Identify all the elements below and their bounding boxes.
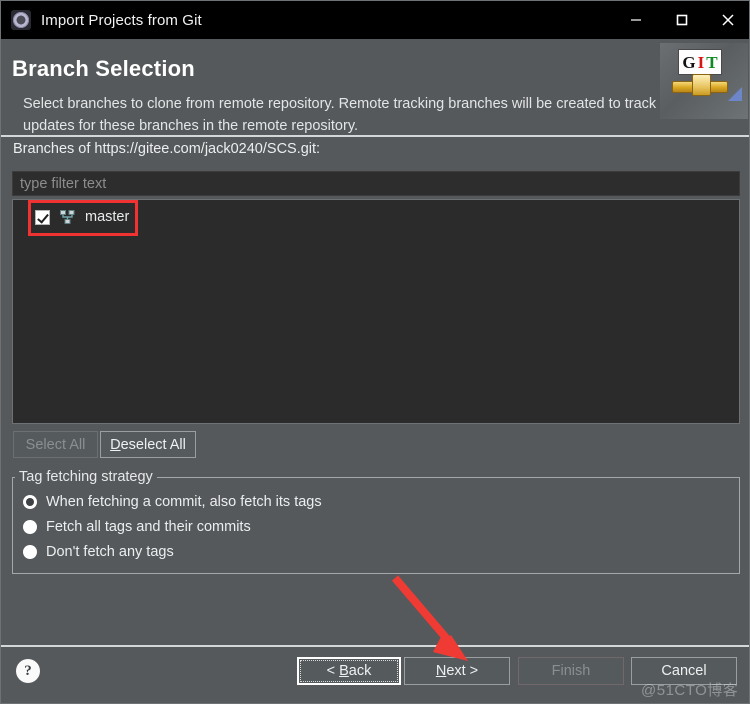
- git-logo-letter-g: G: [682, 52, 696, 72]
- radio-fetch-all-tags[interactable]: Fetch all tags and their commits: [23, 519, 251, 535]
- git-logo-icon: GIT: [660, 43, 748, 119]
- back-label: ack: [348, 663, 372, 679]
- radio-when-fetching-commit[interactable]: When fetching a commit, also fetch its t…: [23, 494, 322, 510]
- branch-list[interactable]: master: [12, 199, 740, 424]
- back-prefix: <: [326, 663, 340, 679]
- import-projects-from-git-dialog: Import Projects from Git Branch Selectio…: [0, 0, 750, 704]
- footer-divider: [1, 645, 749, 647]
- filter-input[interactable]: [12, 171, 740, 196]
- page-title: Branch Selection: [12, 56, 195, 81]
- branch-icon: [59, 209, 76, 225]
- window-controls: [613, 1, 749, 39]
- branch-name: master: [85, 209, 130, 225]
- deselect-all-button[interactable]: Deselect All: [100, 431, 196, 458]
- dialog-header: Branch Selection Select branches to clon…: [1, 39, 749, 137]
- close-button[interactable]: [705, 1, 749, 39]
- header-divider: [1, 135, 749, 137]
- back-button[interactable]: < Back: [297, 657, 401, 685]
- title-bar: Import Projects from Git: [1, 1, 749, 39]
- radio-dont-fetch-tags[interactable]: Don't fetch any tags: [23, 544, 174, 560]
- gear-icon: [11, 10, 31, 30]
- radio-label: Fetch all tags and their commits: [46, 519, 251, 535]
- git-logo-letter-i: I: [697, 52, 705, 72]
- select-all-button[interactable]: Select All: [13, 431, 98, 458]
- page-description: Select branches to clone from remote rep…: [23, 96, 657, 134]
- finish-button[interactable]: Finish: [518, 657, 624, 685]
- radio-label: Don't fetch any tags: [46, 544, 174, 560]
- tag-fetching-strategy-title: Tag fetching strategy: [15, 469, 157, 485]
- window-title: Import Projects from Git: [41, 11, 202, 29]
- help-icon[interactable]: ?: [16, 659, 40, 683]
- next-button[interactable]: Next >: [404, 657, 510, 685]
- next-label: ext >: [446, 663, 479, 679]
- watermark: @51CTO博客: [641, 682, 739, 699]
- list-item[interactable]: master: [35, 206, 129, 228]
- deselect-all-label: eselect All: [120, 436, 186, 453]
- branch-checkbox[interactable]: [35, 209, 50, 225]
- next-mnemonic: N: [435, 663, 447, 679]
- maximize-button[interactable]: [659, 1, 705, 39]
- minimize-button[interactable]: [613, 1, 659, 39]
- radio-button-indicator[interactable]: [23, 495, 37, 509]
- radio-button-indicator[interactable]: [23, 520, 37, 534]
- radio-button-indicator[interactable]: [23, 545, 37, 559]
- back-mnemonic: B: [339, 663, 349, 679]
- git-logo-letter-t: T: [706, 52, 718, 72]
- radio-label: When fetching a commit, also fetch its t…: [46, 494, 322, 510]
- deselect-all-mnemonic: D: [110, 436, 121, 453]
- branches-label: Branches of https://gitee.com/jack0240/S…: [13, 141, 321, 157]
